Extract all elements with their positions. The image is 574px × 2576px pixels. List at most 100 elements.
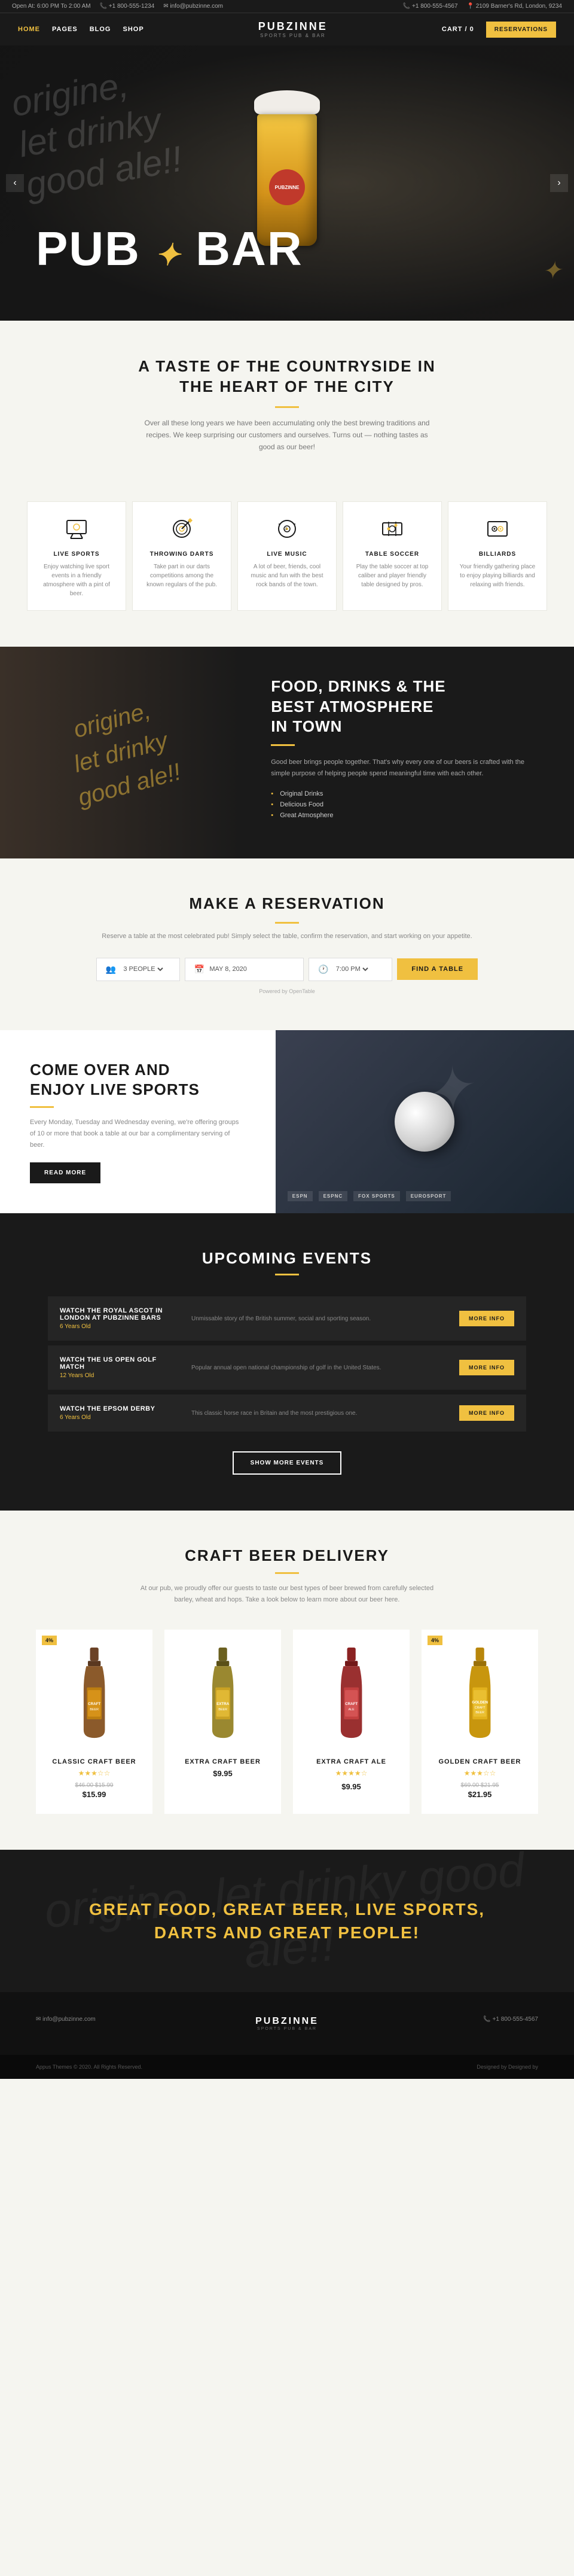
espnc-logo: ESPNC bbox=[319, 1191, 348, 1201]
food-section: origine,let drinkygood ale!! FOOD, DRINK… bbox=[0, 647, 574, 858]
event-left-2: WATCH THE US OPEN GOLF MATCH 12 Years Ol… bbox=[60, 1356, 179, 1379]
nav-shop[interactable]: SHOP bbox=[123, 26, 144, 33]
live-logos: ESPN ESPNC FOX SPORTS EUROSPORT bbox=[288, 1191, 451, 1201]
live-sports-section: COME OVER AND ENJOY LIVE SPORTS Every Mo… bbox=[0, 1030, 574, 1214]
find-table-button[interactable]: FIND A TABLE bbox=[397, 958, 478, 980]
feature-music-title: LIVE MUSIC bbox=[247, 551, 327, 558]
reservation-form: 👥 3 PEOPLE 2 PEOPLE 4 PEOPLE 📅 🕐 7:00 PM… bbox=[48, 958, 526, 981]
food-script: origine,let drinkygood ale!! bbox=[57, 690, 184, 815]
great-heading: GREAT FOOD, GREAT BEER, LIVE SPORTS, DAR… bbox=[36, 1898, 538, 1944]
food-image-inner: origine,let drinkygood ale!! bbox=[0, 647, 241, 858]
beer-price-old-4: $69.00 $21.95 bbox=[430, 1782, 529, 1789]
footer-center: PUBZINNE SPORTS PUB & BAR bbox=[211, 2016, 362, 2031]
beer-badge: PUBZINNE bbox=[269, 169, 305, 205]
event-date-3: 6 Years Old bbox=[60, 1414, 179, 1421]
time-select[interactable]: 7:00 PM 6:00 PM 8:00 PM bbox=[334, 965, 370, 973]
reservation-description: Reserve a table at the most celebrated p… bbox=[48, 933, 526, 940]
live-description: Every Monday, Tuesday and Wednesday even… bbox=[30, 1117, 246, 1150]
event-left-1: WATCH THE ROYAL ASCOT IN LONDON AT PUBZI… bbox=[60, 1307, 179, 1330]
beer-price-3: $9.95 bbox=[302, 1782, 401, 1791]
beer-price-1: $15.99 bbox=[45, 1790, 144, 1799]
event-btn-1[interactable]: MORE INFO bbox=[459, 1311, 514, 1326]
svg-text:ALE: ALE bbox=[348, 1707, 355, 1711]
topbar: Open At: 6:00 PM To 2:00 AM 📞 +1 800-555… bbox=[0, 0, 574, 13]
beer-price-4: $21.95 bbox=[430, 1790, 529, 1799]
topbar-address: 📍 2109 Barner's Rd, London, 9234 bbox=[467, 3, 562, 10]
nav-home[interactable]: HOME bbox=[18, 26, 40, 33]
feature-billiards-desc: Your friendly gathering place to enjoy p… bbox=[457, 562, 538, 589]
beer-card-classic: 4% CRAFT BEER CLASSIC CRAFT BEER ★★★☆☆ $… bbox=[36, 1630, 152, 1814]
prev-slide-button[interactable]: ‹ bbox=[6, 174, 24, 192]
svg-text:BEER: BEER bbox=[90, 1707, 99, 1711]
feature-throwing-darts: THROWING DARTS Take part in our darts co… bbox=[132, 501, 231, 611]
show-more-events-button[interactable]: SHOW MORE EVENTS bbox=[233, 1451, 342, 1475]
event-title-2: WATCH THE US OPEN GOLF MATCH bbox=[60, 1356, 179, 1371]
next-slide-button[interactable]: › bbox=[550, 174, 568, 192]
taste-section: A TASTE OF THE COUNTRYSIDE IN THE HEART … bbox=[0, 321, 574, 501]
reservations-button[interactable]: RESERVATIONS bbox=[486, 22, 556, 38]
event-btn-3[interactable]: MORE INFO bbox=[459, 1405, 514, 1421]
craft-beer-section: CRAFT BEER DELIVERY At our pub, we proud… bbox=[0, 1511, 574, 1849]
live-heading: COME OVER AND ENJOY LIVE SPORTS bbox=[30, 1060, 246, 1101]
topbar-right: 📞 +1 800-555-4567 📍 2109 Barner's Rd, Lo… bbox=[403, 3, 562, 10]
beer-name-3: EXTRA CRAFT ALE bbox=[302, 1758, 401, 1765]
footer-phone: 📞 +1 800-555-4567 bbox=[387, 2016, 538, 2023]
beer-card-extra: EXTRA BEER EXTRA CRAFT BEER $9.95 bbox=[164, 1630, 281, 1814]
beer-name-2: EXTRA CRAFT BEER bbox=[173, 1758, 272, 1765]
footer-credits: Designed by Designed by bbox=[477, 2064, 538, 2070]
date-selector[interactable]: 📅 bbox=[185, 958, 304, 981]
powered-by: Powered by OpenTable bbox=[48, 988, 526, 994]
footer-right: 📞 +1 800-555-4567 bbox=[387, 2016, 538, 2031]
beer-bottle-1: CRAFT BEER bbox=[45, 1642, 144, 1749]
event-desc-1: Unmissable story of the British summer, … bbox=[191, 1314, 447, 1323]
event-date-2: 12 Years Old bbox=[60, 1372, 179, 1379]
event-row: WATCH THE ROYAL ASCOT IN LONDON AT PUBZI… bbox=[48, 1296, 526, 1341]
food-list-item: Original Drinks bbox=[271, 790, 544, 797]
footer-logo-title: PUBZINNE bbox=[211, 2016, 362, 2027]
people-icon: 👥 bbox=[106, 964, 116, 975]
event-desc-3: This classic horse race in Britain and t… bbox=[191, 1409, 447, 1418]
event-btn-2[interactable]: MORE INFO bbox=[459, 1360, 514, 1375]
beer-products: 4% CRAFT BEER CLASSIC CRAFT BEER ★★★☆☆ $… bbox=[36, 1630, 538, 1814]
reservation-section: MAKE A RESERVATION Reserve a table at th… bbox=[0, 858, 574, 1030]
reservation-heading: MAKE A RESERVATION bbox=[48, 894, 526, 913]
reservation-divider bbox=[275, 922, 299, 924]
nav-blog[interactable]: BLOG bbox=[90, 26, 111, 33]
svg-text:CRAFT: CRAFT bbox=[88, 1702, 100, 1706]
features-section: LIVE SPORTS Enjoy watching live sport ev… bbox=[0, 501, 574, 647]
people-select[interactable]: 3 PEOPLE 2 PEOPLE 4 PEOPLE bbox=[121, 965, 165, 973]
svg-text:GOLDEN: GOLDEN bbox=[472, 1700, 488, 1704]
people-selector[interactable]: 👥 3 PEOPLE 2 PEOPLE 4 PEOPLE bbox=[96, 958, 180, 981]
events-section: UPCOMING EVENTS WATCH THE ROYAL ASCOT IN… bbox=[0, 1213, 574, 1511]
espn-logo: ESPN bbox=[288, 1191, 313, 1201]
nav-pages[interactable]: PAGES bbox=[52, 26, 78, 33]
beer-badge-4: 4% bbox=[428, 1636, 442, 1645]
food-heading: FOOD, DRINKS & THE BEST ATMOSPHERE IN TO… bbox=[271, 677, 544, 737]
topbar-email: ✉ info@pubzinne.com bbox=[163, 3, 223, 10]
date-input[interactable] bbox=[209, 966, 294, 973]
feature-soccer-title: TABLE SOCCER bbox=[352, 551, 432, 558]
feature-live-sports-desc: Enjoy watching live sport events in a fr… bbox=[36, 562, 117, 598]
beer-bottle-3: CRAFT ALE bbox=[302, 1642, 401, 1749]
live-image: ✦ ESPN ESPNC FOX SPORTS EUROSPORT bbox=[276, 1030, 574, 1214]
beer-price-old-1: $46.00 $15.99 bbox=[45, 1782, 144, 1789]
music-icon: ♫ bbox=[272, 514, 302, 544]
footer-logo-sub: SPORTS PUB & BAR bbox=[211, 2027, 362, 2031]
beer-card-golden: 4% GOLDEN CRAFT BEER GOLDEN CRAFT BEER ★… bbox=[422, 1630, 538, 1814]
topbar-phone: 📞 +1 800-555-1234 bbox=[100, 3, 155, 10]
cart-link[interactable]: CART / 0 bbox=[442, 26, 474, 33]
read-more-button[interactable]: READ MORE bbox=[30, 1162, 100, 1183]
billiards-icon bbox=[483, 514, 512, 544]
feature-live-sports: LIVE SPORTS Enjoy watching live sport ev… bbox=[27, 501, 126, 611]
time-selector[interactable]: 🕐 7:00 PM 6:00 PM 8:00 PM bbox=[309, 958, 392, 981]
food-list: Original Drinks Delicious Food Great Atm… bbox=[271, 790, 544, 823]
food-divider bbox=[271, 744, 295, 746]
nav-right: CART / 0 RESERVATIONS bbox=[442, 22, 556, 38]
beer-divider bbox=[275, 1572, 299, 1574]
beer-badge-1: 4% bbox=[42, 1636, 57, 1645]
feature-soccer-desc: Play the table soccer at top caliber and… bbox=[352, 562, 432, 589]
svg-text:EXTRA: EXTRA bbox=[216, 1702, 230, 1706]
event-date-1: 6 Years Old bbox=[60, 1323, 179, 1330]
hero-text: PUB ✦ BAR bbox=[36, 225, 303, 273]
feature-billiards: BILLIARDS Your friendly gathering place … bbox=[448, 501, 547, 611]
